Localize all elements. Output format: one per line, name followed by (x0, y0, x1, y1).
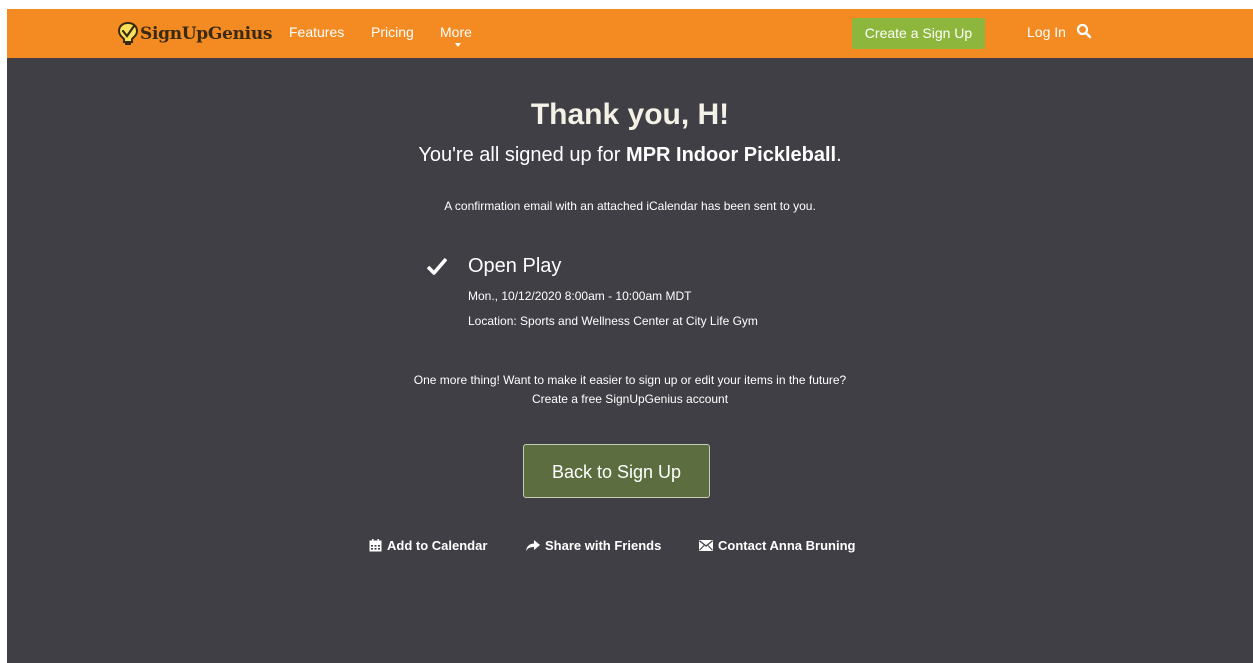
nav-features-link[interactable]: Features (289, 24, 344, 40)
contact-organizer-label: Contact Anna Bruning (718, 538, 856, 553)
lightbulb-logo-icon (117, 21, 139, 45)
confirmation-email-note: A confirmation email with an attached iC… (444, 199, 816, 213)
calendar-icon (369, 539, 382, 552)
envelope-icon (699, 540, 713, 551)
nav-pricing-link[interactable]: Pricing (371, 24, 414, 40)
signed-up-prefix: You're all signed up for (418, 144, 627, 166)
add-to-calendar-label: Add to Calendar (387, 538, 488, 553)
share-with-friends-link[interactable]: Share with Friends (526, 538, 661, 553)
signup-name: MPR Indoor Pickleball (626, 144, 837, 166)
signed-up-message: You're all signed up for MPR Indoor Pick… (7, 144, 1253, 167)
create-account-prompt: One more thing! Want to make it easier t… (7, 371, 1253, 409)
signed-up-suffix: . (836, 144, 842, 166)
create-sign-up-button[interactable]: Create a Sign Up (852, 18, 985, 49)
add-to-calendar-link[interactable]: Add to Calendar (369, 538, 487, 553)
top-navigation-bar: SignUpGenius Features Pricing More Creat… (7, 9, 1253, 58)
log-in-link[interactable]: Log In (1027, 24, 1066, 40)
share-with-friends-label: Share with Friends (545, 538, 662, 553)
app-frame: SignUpGenius Features Pricing More Creat… (7, 9, 1253, 663)
create-account-question: One more thing! Want to make it easier t… (413, 373, 847, 387)
checkmark-icon (427, 257, 447, 275)
search-icon[interactable] (1076, 23, 1092, 39)
create-account-link[interactable]: Create a free SignUpGenius account (7, 390, 1253, 409)
signupgenius-logo[interactable]: SignUpGenius (117, 20, 272, 48)
chevron-down-icon (455, 43, 461, 47)
slot-datetime: Mon., 10/12/2020 8:00am - 10:00am MDT (468, 289, 692, 303)
share-arrow-icon (526, 539, 540, 551)
slot-title: Open Play (468, 255, 562, 277)
logo-text: SignUpGenius (140, 24, 273, 44)
nav-more-link[interactable]: More (440, 24, 472, 40)
back-to-sign-up-button[interactable]: Back to Sign Up (523, 444, 710, 498)
thank-you-heading: Thank you, H! (530, 98, 730, 131)
contact-organizer-link[interactable]: Contact Anna Bruning (699, 538, 855, 553)
slot-location: Location: Sports and Wellness Center at … (468, 314, 758, 328)
